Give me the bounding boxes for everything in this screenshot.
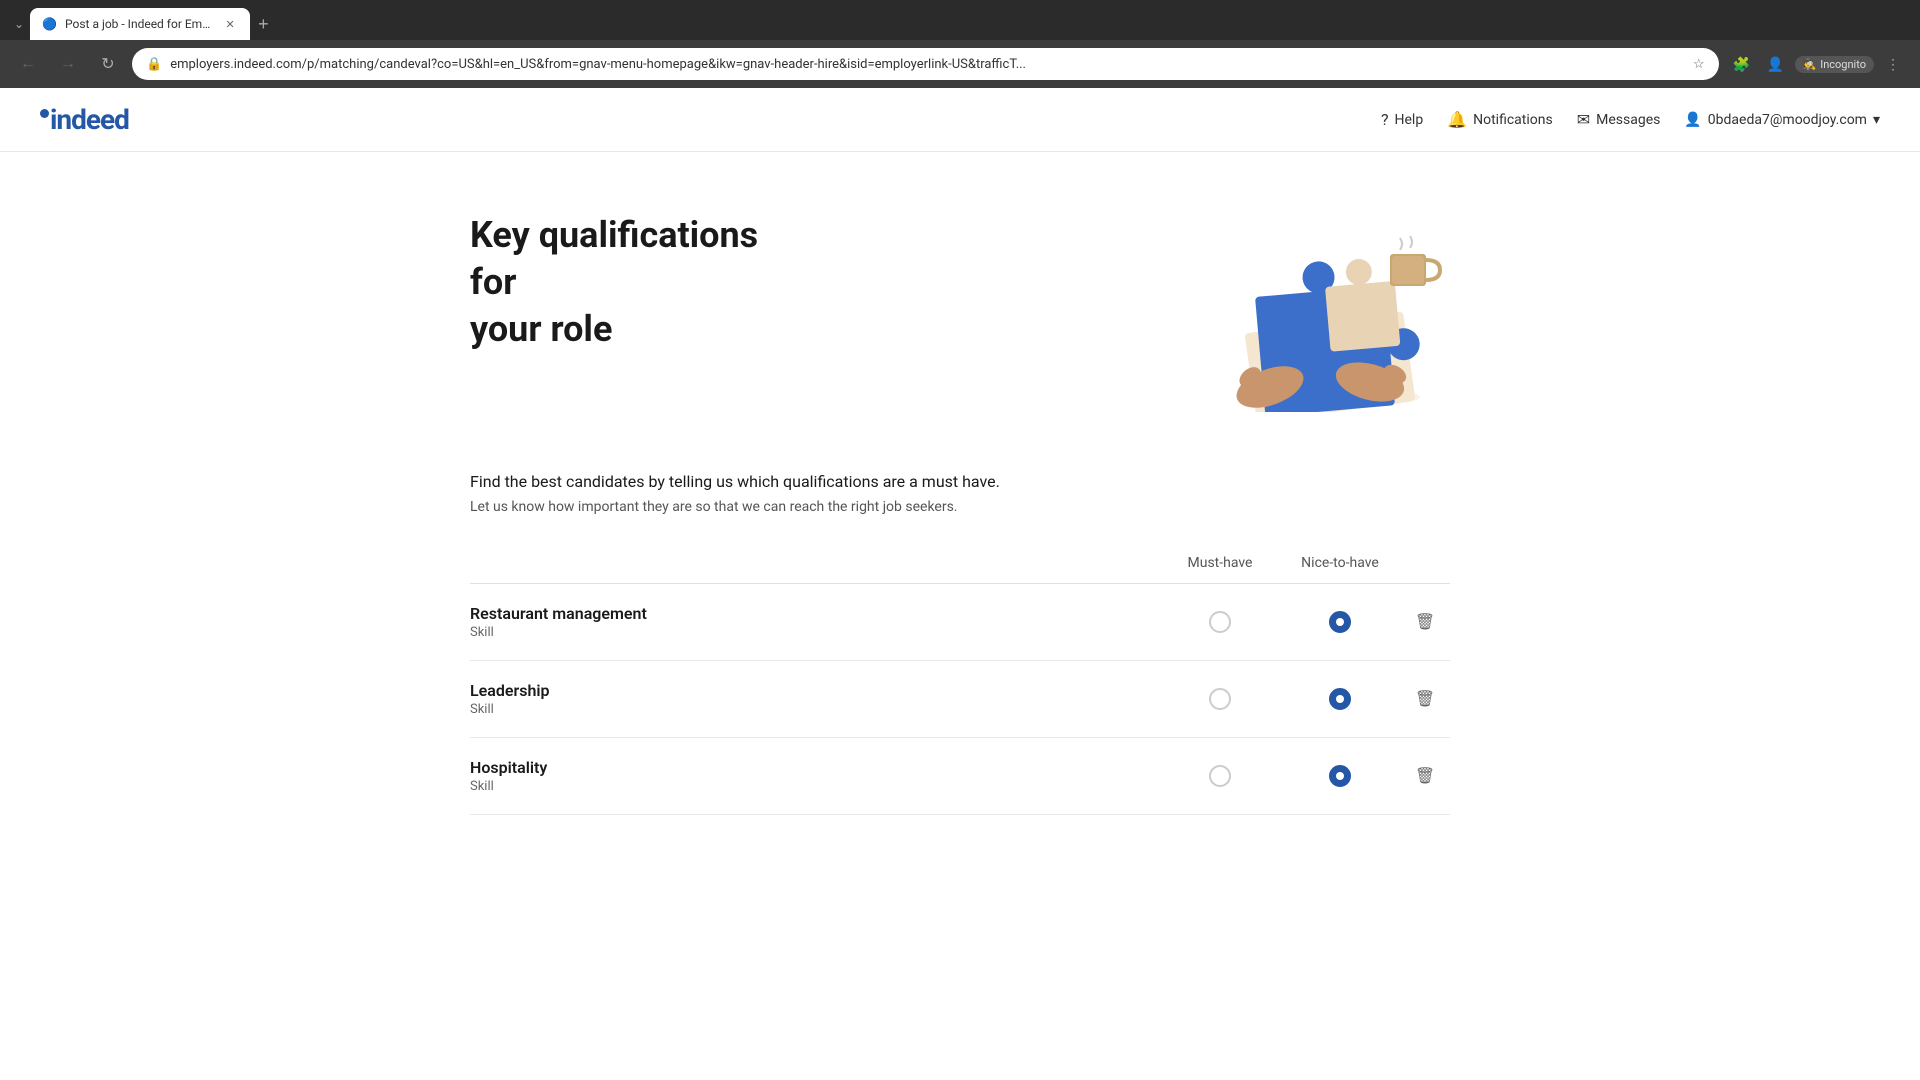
title-line1: Key qualifications for bbox=[470, 214, 758, 303]
logo-text: indeed bbox=[50, 103, 129, 136]
nice-to-have-radio-col-leadership bbox=[1280, 688, 1400, 710]
incognito-label: Incognito bbox=[1820, 58, 1866, 71]
title-line2: your role bbox=[470, 308, 612, 350]
delete-button-restaurant[interactable]: 🗑 bbox=[1411, 608, 1439, 636]
address-bar[interactable]: 🔒 employers.indeed.com/p/matching/candev… bbox=[132, 48, 1719, 80]
tab-arrow-left[interactable]: ⌄ bbox=[8, 13, 30, 35]
site-header: indeed ? Help 🔔 Notifications ✉ Messages… bbox=[0, 88, 1920, 152]
qualifications-section: Must-have Nice-to-have Restaurant manage… bbox=[470, 555, 1450, 815]
help-icon: ? bbox=[1381, 110, 1389, 129]
main-nav: ? Help 🔔 Notifications ✉ Messages 👤 0bda… bbox=[1381, 110, 1880, 129]
qual-name: Restaurant management bbox=[470, 604, 1160, 623]
table-row: Restaurant management Skill 🗑 bbox=[470, 584, 1450, 661]
must-have-radio-col-hospitality bbox=[1160, 765, 1280, 787]
header-must-have: Must-have bbox=[1160, 555, 1280, 571]
qual-type: Skill bbox=[470, 625, 1160, 640]
qual-type: Skill bbox=[470, 702, 1160, 717]
nice-to-have-radio-restaurant[interactable] bbox=[1329, 611, 1351, 633]
browser-toolbar: ← → ↻ 🔒 employers.indeed.com/p/matching/… bbox=[0, 40, 1920, 88]
table-row: Leadership Skill 🗑 bbox=[470, 661, 1450, 738]
must-have-radio-col bbox=[1160, 611, 1280, 633]
delete-col: 🗑 bbox=[1400, 608, 1450, 636]
qual-info-leadership: Leadership Skill bbox=[470, 681, 1160, 717]
main-description: Find the best candidates by telling us w… bbox=[470, 472, 1450, 491]
must-have-radio-restaurant[interactable] bbox=[1209, 611, 1231, 633]
description-section: Find the best candidates by telling us w… bbox=[470, 472, 1450, 515]
messages-link[interactable]: ✉ Messages bbox=[1577, 110, 1661, 129]
sub-description: Let us know how important they are so th… bbox=[470, 499, 1450, 515]
notifications-label: Notifications bbox=[1473, 112, 1553, 128]
help-link[interactable]: ? Help bbox=[1381, 110, 1423, 129]
main-content: Key qualifications for your role bbox=[430, 152, 1490, 875]
messages-label: Messages bbox=[1596, 112, 1660, 128]
must-have-radio-hospitality[interactable] bbox=[1209, 765, 1231, 787]
page: indeed ? Help 🔔 Notifications ✉ Messages… bbox=[0, 88, 1920, 1080]
lock-icon: 🔒 bbox=[146, 57, 162, 72]
nice-to-have-radio-col bbox=[1280, 611, 1400, 633]
bell-icon: 🔔 bbox=[1447, 110, 1467, 129]
menu-button[interactable]: ⋮ bbox=[1878, 49, 1908, 79]
incognito-icon: 🕵️ bbox=[1803, 58, 1817, 71]
hero-section: Key qualifications for your role bbox=[470, 212, 1450, 412]
delete-button-hospitality[interactable]: 🗑 bbox=[1411, 762, 1439, 790]
refresh-button[interactable]: ↻ bbox=[92, 48, 124, 80]
must-have-radio-leadership[interactable] bbox=[1209, 688, 1231, 710]
header-nice-to-have: Nice-to-have bbox=[1280, 555, 1400, 571]
profile-icon[interactable]: 👤 bbox=[1761, 49, 1791, 79]
browser-tab-bar: ⌄ 🔵 Post a job - Indeed for Employ... ✕ … bbox=[0, 0, 1920, 40]
tab-title: Post a job - Indeed for Employ... bbox=[65, 17, 214, 31]
must-have-radio-col-leadership bbox=[1160, 688, 1280, 710]
qual-info-hospitality: Hospitality Skill bbox=[470, 758, 1160, 794]
back-button[interactable]: ← bbox=[12, 48, 44, 80]
table-row: Hospitality Skill 🗑 bbox=[470, 738, 1450, 815]
delete-col-leadership: 🗑 bbox=[1400, 685, 1450, 713]
logo-dot-icon bbox=[40, 109, 49, 118]
new-tab-button[interactable]: + bbox=[250, 10, 277, 39]
browser-tab-active[interactable]: 🔵 Post a job - Indeed for Employ... ✕ bbox=[30, 8, 250, 40]
delete-button-leadership[interactable]: 🗑 bbox=[1411, 685, 1439, 713]
user-menu[interactable]: 👤 0bdaeda7@moodjoy.com ▾ bbox=[1684, 112, 1880, 128]
qual-name: Hospitality bbox=[470, 758, 1160, 777]
nice-to-have-radio-leadership[interactable] bbox=[1329, 688, 1351, 710]
mail-icon: ✉ bbox=[1577, 110, 1590, 129]
tab-close-button[interactable]: ✕ bbox=[222, 16, 238, 32]
qual-type: Skill bbox=[470, 779, 1160, 794]
qualifications-header: Must-have Nice-to-have bbox=[470, 555, 1450, 584]
notifications-link[interactable]: 🔔 Notifications bbox=[1447, 110, 1553, 129]
nice-to-have-radio-hospitality[interactable] bbox=[1329, 765, 1351, 787]
puzzle-illustration bbox=[1170, 212, 1450, 412]
page-title: Key qualifications for your role bbox=[470, 212, 810, 352]
tab-favicon: 🔵 bbox=[42, 17, 57, 31]
qual-info-restaurant: Restaurant management Skill bbox=[470, 604, 1160, 640]
chevron-down-icon: ▾ bbox=[1873, 112, 1880, 128]
forward-button[interactable]: → bbox=[52, 48, 84, 80]
indeed-logo[interactable]: indeed bbox=[40, 103, 129, 136]
qual-name: Leadership bbox=[470, 681, 1160, 700]
extension-icon[interactable]: 🧩 bbox=[1727, 49, 1757, 79]
hero-text: Key qualifications for your role bbox=[470, 212, 810, 352]
bookmark-icon: ☆ bbox=[1693, 57, 1705, 72]
incognito-badge: 🕵️ Incognito bbox=[1795, 56, 1875, 73]
browser-chrome: ⌄ 🔵 Post a job - Indeed for Employ... ✕ … bbox=[0, 0, 1920, 88]
help-label: Help bbox=[1395, 112, 1424, 128]
toolbar-icons: 🧩 👤 🕵️ Incognito ⋮ bbox=[1727, 49, 1909, 79]
user-email: 0bdaeda7@moodjoy.com bbox=[1708, 112, 1867, 128]
nice-to-have-radio-col-hospitality bbox=[1280, 765, 1400, 787]
user-icon: 👤 bbox=[1684, 112, 1701, 128]
url-text: employers.indeed.com/p/matching/candeval… bbox=[170, 57, 1685, 72]
delete-col-hospitality: 🗑 bbox=[1400, 762, 1450, 790]
